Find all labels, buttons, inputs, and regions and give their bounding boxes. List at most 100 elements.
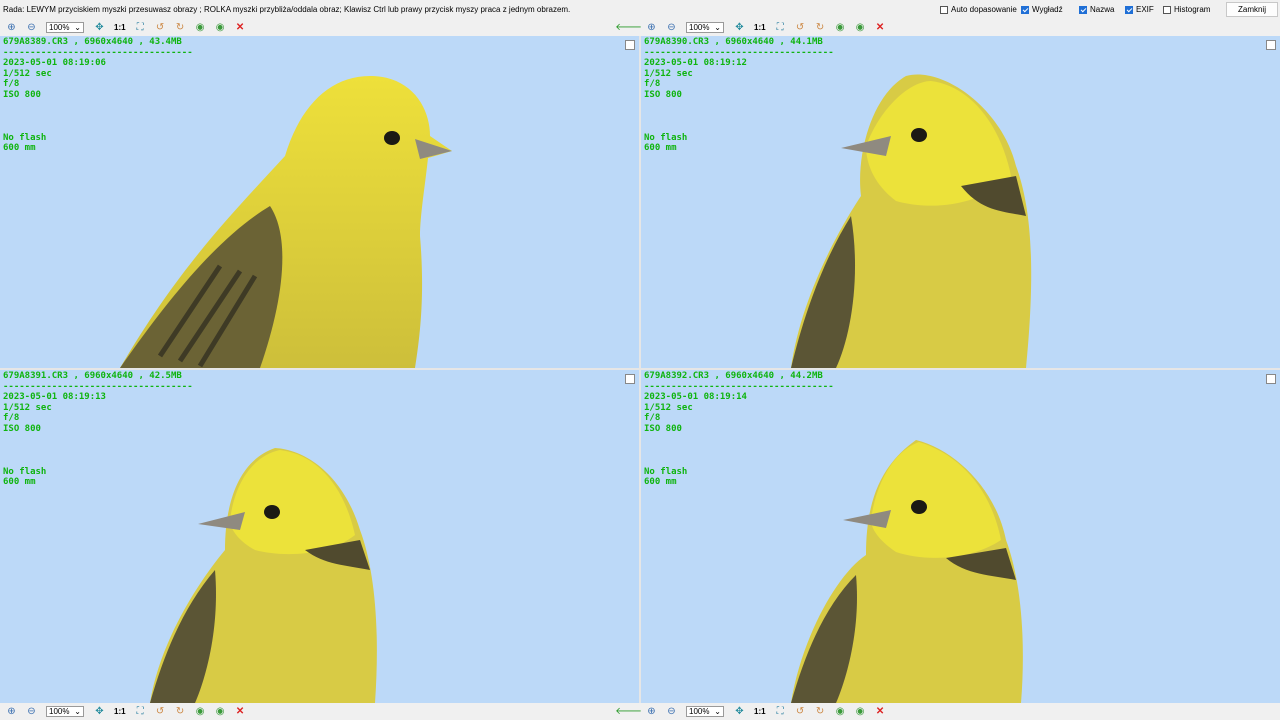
pan-icon[interactable]: ✥ bbox=[734, 22, 745, 33]
iso-label: ISO 800 bbox=[644, 89, 682, 100]
fit-icon[interactable]: ⛶ bbox=[135, 22, 146, 33]
fit-icon[interactable]: ⛶ bbox=[775, 22, 786, 33]
datetime-label: 2023-05-01 08:19:14 bbox=[644, 392, 747, 403]
next-icon[interactable]: ◉ bbox=[195, 22, 206, 33]
zoom-out-icon[interactable]: ⊖ bbox=[26, 22, 37, 33]
checkbox-checked-icon bbox=[1079, 5, 1087, 14]
rotate-right-icon[interactable]: ↻ bbox=[175, 22, 186, 33]
exif-label: EXIF bbox=[1136, 5, 1154, 14]
prev-icon[interactable]: ◉ bbox=[855, 22, 866, 33]
select-checkbox[interactable] bbox=[625, 40, 635, 50]
one-to-one-button[interactable]: 1:1 bbox=[114, 23, 126, 32]
prev-icon[interactable]: ◉ bbox=[855, 706, 866, 717]
top-bar: Rada: LEWYM przyciskiem myszki przesuwas… bbox=[0, 0, 1280, 19]
image-pane-2[interactable]: 679A8390.CR3 , 6960x4640 , 44.1MB -------… bbox=[641, 36, 1280, 368]
datetime-label: 2023-05-01 08:19:06 bbox=[3, 58, 106, 69]
close-icon[interactable]: ✕ bbox=[235, 22, 246, 33]
aperture-label: f/8 bbox=[3, 413, 20, 424]
aperture-label: f/8 bbox=[3, 79, 20, 90]
histogram-checkbox[interactable]: Histogram bbox=[1163, 5, 1210, 14]
zoom-in-icon[interactable]: ⊕ bbox=[646, 22, 657, 33]
auto-fit-checkbox[interactable]: Auto dopasowanie bbox=[940, 5, 1017, 14]
auto-fit-label: Auto dopasowanie bbox=[951, 5, 1017, 14]
zoom-in-icon[interactable]: ⊕ bbox=[6, 706, 17, 717]
next-icon[interactable]: ◉ bbox=[835, 22, 846, 33]
rotate-left-icon[interactable]: ↺ bbox=[795, 706, 806, 717]
iso-label: ISO 800 bbox=[644, 423, 682, 434]
exif-overlay: 679A8392.CR3 , 6960x4640 , 44.2MB -------… bbox=[644, 371, 834, 488]
close-icon[interactable]: ✕ bbox=[875, 22, 886, 33]
chevron-down-icon: ⌄ bbox=[714, 706, 721, 716]
zoom-value: 100% bbox=[689, 706, 710, 716]
zoom-value: 100% bbox=[689, 22, 710, 32]
image-pane-3[interactable]: 679A8391.CR3 , 6960x4640 , 42.5MB -------… bbox=[0, 370, 639, 703]
zoom-out-icon[interactable]: ⊖ bbox=[26, 706, 37, 717]
one-to-one-button[interactable]: 1:1 bbox=[754, 23, 766, 32]
zoom-select[interactable]: 100% ⌄ bbox=[46, 705, 84, 717]
rotate-right-icon[interactable]: ↻ bbox=[815, 706, 826, 717]
shutter-label: 1/512 sec bbox=[644, 68, 693, 79]
smooth-checkbox[interactable]: Wygładź bbox=[1021, 5, 1063, 14]
iso-label: ISO 800 bbox=[3, 89, 41, 100]
focal-label: 600 mm bbox=[644, 143, 677, 154]
select-checkbox[interactable] bbox=[1266, 374, 1276, 384]
flash-label: No flash bbox=[644, 466, 688, 477]
shutter-label: 1/512 sec bbox=[644, 402, 693, 413]
focal-label: 600 mm bbox=[3, 143, 36, 154]
pane-divider-horizontal[interactable] bbox=[0, 368, 1280, 370]
close-icon[interactable]: ✕ bbox=[875, 706, 886, 717]
rotate-right-icon[interactable]: ↻ bbox=[815, 22, 826, 33]
hint-text: Rada: LEWYM przyciskiem myszki przesuwas… bbox=[3, 5, 571, 14]
iso-label: ISO 800 bbox=[3, 423, 41, 434]
separator: ----------------------------------- bbox=[644, 47, 834, 58]
pan-icon[interactable]: ✥ bbox=[734, 706, 745, 717]
zoom-in-icon[interactable]: ⊕ bbox=[646, 706, 657, 717]
zoom-out-icon[interactable]: ⊖ bbox=[666, 706, 677, 717]
exif-overlay: 679A8391.CR3 , 6960x4640 , 42.5MB -------… bbox=[3, 371, 193, 488]
arrow-left-icon[interactable]: 🡐 bbox=[615, 22, 642, 33]
image-pane-4[interactable]: 679A8392.CR3 , 6960x4640 , 44.2MB -------… bbox=[641, 370, 1280, 703]
arrow-left-icon[interactable]: 🡐 bbox=[615, 706, 642, 717]
exif-checkbox[interactable]: EXIF bbox=[1125, 5, 1154, 14]
one-to-one-button[interactable]: 1:1 bbox=[754, 707, 766, 716]
close-icon[interactable]: ✕ bbox=[235, 706, 246, 717]
close-window-button[interactable]: Zamknij bbox=[1226, 2, 1278, 17]
pan-icon[interactable]: ✥ bbox=[94, 22, 105, 33]
fit-icon[interactable]: ⛶ bbox=[135, 706, 146, 717]
focal-label: 600 mm bbox=[644, 477, 677, 488]
zoom-in-icon[interactable]: ⊕ bbox=[6, 22, 17, 33]
name-checkbox[interactable]: Nazwa bbox=[1079, 5, 1114, 14]
histogram-label: Histogram bbox=[1174, 5, 1211, 14]
checkbox-checked-icon bbox=[1021, 5, 1029, 14]
file-name-label: 679A8391.CR3 , 6960x4640 , 42.5MB bbox=[3, 371, 182, 381]
zoom-select[interactable]: 100% ⌄ bbox=[686, 705, 724, 717]
select-checkbox[interactable] bbox=[625, 374, 635, 384]
focal-label: 600 mm bbox=[3, 477, 36, 488]
separator: ----------------------------------- bbox=[3, 381, 193, 392]
aperture-label: f/8 bbox=[644, 413, 661, 424]
chevron-down-icon: ⌄ bbox=[74, 22, 81, 32]
one-to-one-button[interactable]: 1:1 bbox=[114, 707, 126, 716]
zoom-select[interactable]: 100% ⌄ bbox=[46, 21, 84, 33]
pan-icon[interactable]: ✥ bbox=[94, 706, 105, 717]
shutter-label: 1/512 sec bbox=[3, 68, 52, 79]
file-name-label: 679A8390.CR3 , 6960x4640 , 44.1MB bbox=[644, 37, 823, 47]
datetime-label: 2023-05-01 08:19:13 bbox=[3, 392, 106, 403]
prev-icon[interactable]: ◉ bbox=[215, 22, 226, 33]
image-pane-1[interactable]: 679A8389.CR3 , 6960x4640 , 43.4MB -------… bbox=[0, 36, 639, 368]
prev-icon[interactable]: ◉ bbox=[215, 706, 226, 717]
next-icon[interactable]: ◉ bbox=[195, 706, 206, 717]
chevron-down-icon: ⌄ bbox=[74, 706, 81, 716]
rotate-left-icon[interactable]: ↺ bbox=[155, 22, 166, 33]
rotate-left-icon[interactable]: ↺ bbox=[795, 22, 806, 33]
aperture-label: f/8 bbox=[644, 79, 661, 90]
separator: ----------------------------------- bbox=[644, 381, 834, 392]
next-icon[interactable]: ◉ bbox=[835, 706, 846, 717]
zoom-select[interactable]: 100% ⌄ bbox=[686, 21, 724, 33]
fit-icon[interactable]: ⛶ bbox=[775, 706, 786, 717]
zoom-out-icon[interactable]: ⊖ bbox=[666, 22, 677, 33]
rotate-left-icon[interactable]: ↺ bbox=[155, 706, 166, 717]
smooth-label: Wygładź bbox=[1032, 5, 1063, 14]
select-checkbox[interactable] bbox=[1266, 40, 1276, 50]
rotate-right-icon[interactable]: ↻ bbox=[175, 706, 186, 717]
